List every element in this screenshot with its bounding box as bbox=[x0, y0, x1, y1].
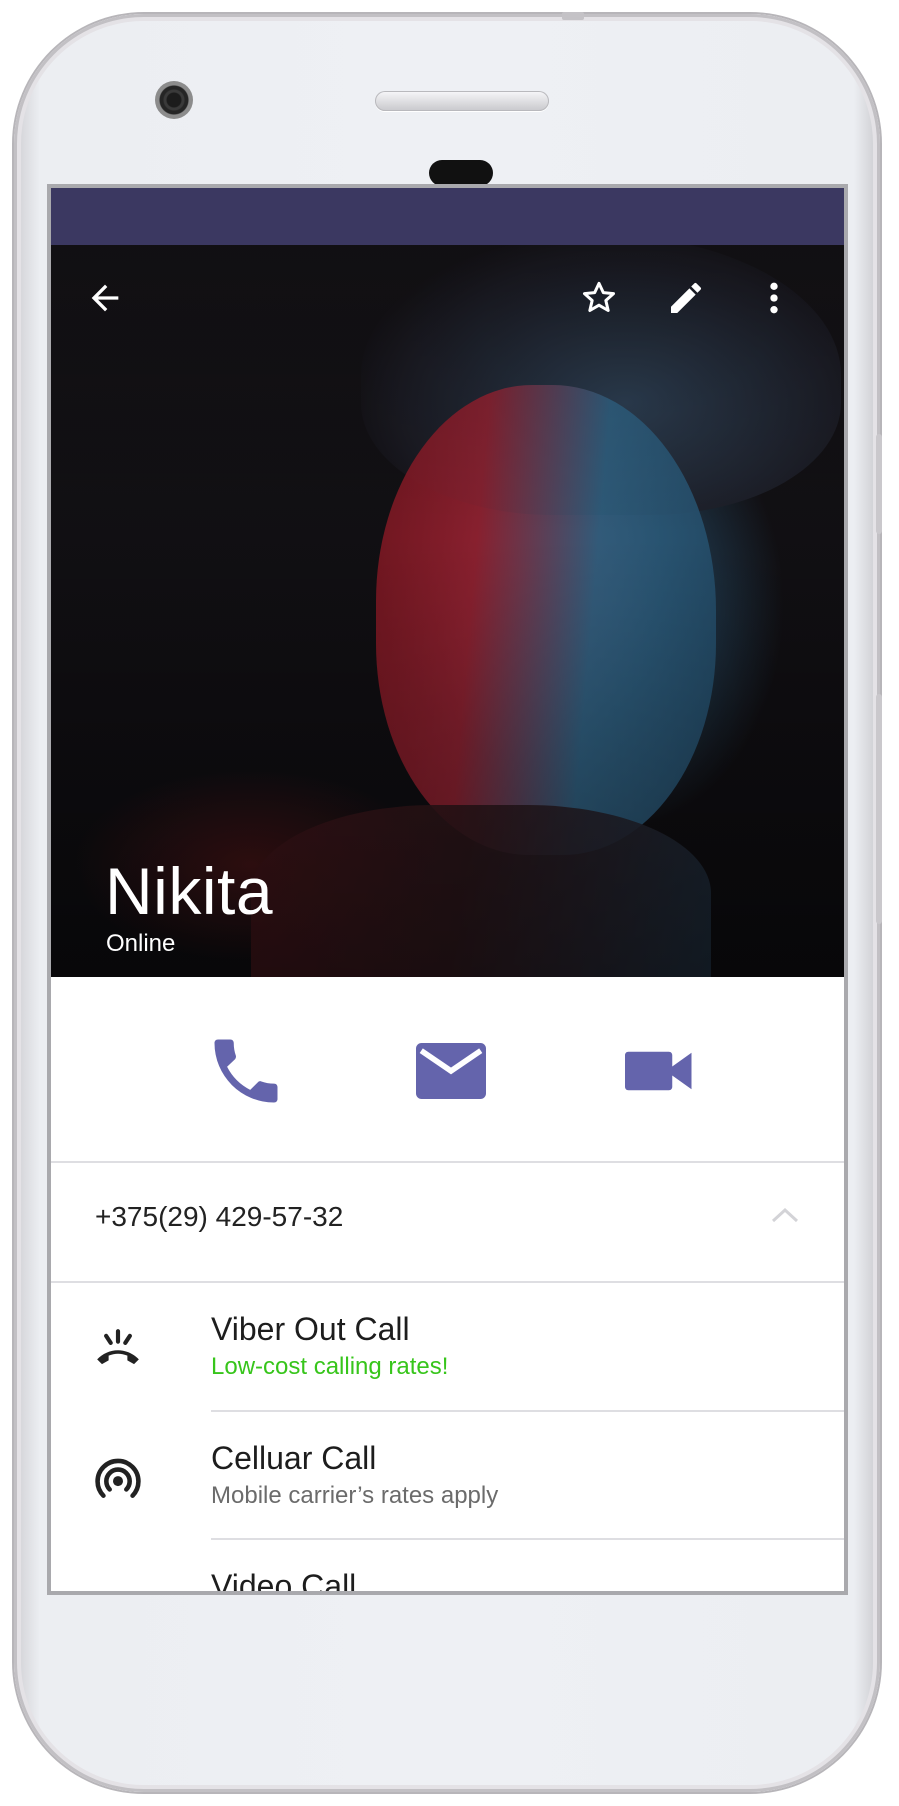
cellular-signal-icon bbox=[95, 1458, 141, 1498]
edit-pencil-icon[interactable] bbox=[664, 276, 708, 320]
volume-button bbox=[876, 694, 882, 924]
contact-status: Online bbox=[106, 930, 176, 957]
contact-name: Nikita bbox=[105, 854, 274, 928]
status-bar bbox=[51, 188, 844, 245]
more-vert-icon[interactable] bbox=[752, 276, 796, 320]
front-camera bbox=[155, 81, 193, 119]
option-subtitle: Mobile carrier’s rates apply bbox=[211, 1482, 499, 1509]
option-title: Video Call bbox=[211, 1568, 357, 1591]
message-icon[interactable] bbox=[403, 1023, 499, 1119]
option-title: Viber Out Call bbox=[211, 1311, 410, 1347]
option-title: Celluar Call bbox=[211, 1440, 377, 1476]
video-call-option[interactable]: Video Call bbox=[51, 1540, 844, 1591]
side-button bbox=[876, 434, 882, 534]
phone-number-row[interactable]: +375(29) 429-57-32 bbox=[51, 1161, 844, 1279]
earpiece-speaker bbox=[375, 91, 549, 111]
proximity-sensor bbox=[429, 160, 493, 186]
viber-out-icon bbox=[97, 1329, 139, 1365]
star-icon[interactable] bbox=[577, 276, 621, 320]
action-bar bbox=[51, 977, 844, 1157]
screen: Nikita Online +375(29) 429-57-32 Viber O… bbox=[51, 188, 844, 1591]
viber-out-call-option[interactable]: Viber Out Call Low-cost calling rates! bbox=[51, 1283, 844, 1411]
cellular-call-option[interactable]: Celluar Call Mobile carrier’s rates appl… bbox=[51, 1412, 844, 1540]
contact-photo: Nikita Online bbox=[51, 245, 844, 977]
video-camera-icon[interactable] bbox=[612, 1023, 708, 1119]
phone-icon[interactable] bbox=[198, 1023, 294, 1119]
top-button bbox=[562, 12, 584, 20]
option-subtitle: Low-cost calling rates! bbox=[211, 1353, 449, 1380]
chevron-up-icon[interactable] bbox=[770, 1205, 800, 1225]
phone-number: +375(29) 429-57-32 bbox=[95, 1201, 344, 1232]
back-arrow-icon[interactable] bbox=[83, 276, 127, 320]
